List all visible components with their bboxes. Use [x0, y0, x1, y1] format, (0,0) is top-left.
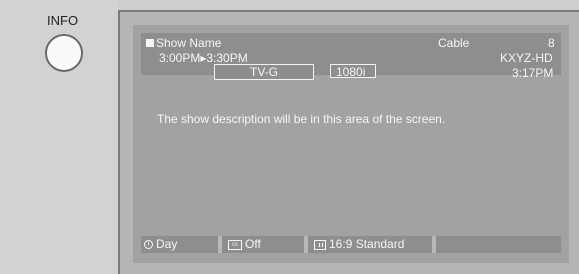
aspect-ratio-icon [314, 239, 326, 250]
square-bullet-icon [146, 39, 154, 47]
station-callsign: KXYZ-HD [500, 51, 553, 65]
divider [304, 236, 308, 253]
source-label: Cable [438, 36, 470, 50]
closed-caption-icon: cc [228, 239, 242, 250]
closed-caption-setting[interactable]: cc Off [228, 236, 261, 253]
clock-icon [144, 240, 153, 250]
rating-badge: TV-G [214, 64, 314, 80]
remote-panel: INFO [0, 0, 118, 274]
channel-number: 8 [548, 36, 555, 50]
aspect-ratio-setting[interactable]: 16:9 Standard [314, 236, 404, 253]
show-description: The show description will be in this are… [157, 112, 446, 126]
info-label: INFO [47, 13, 79, 28]
divider [432, 236, 436, 253]
divider [218, 236, 222, 253]
day-setting[interactable]: Day [144, 236, 177, 253]
current-time: 3:17PM [512, 66, 554, 80]
resolution-badge: 1080i [330, 64, 376, 79]
info-button[interactable] [45, 34, 83, 72]
show-name: Show Name [146, 36, 221, 50]
show-time-range: 3:00PM▸3:30PM [159, 51, 248, 65]
